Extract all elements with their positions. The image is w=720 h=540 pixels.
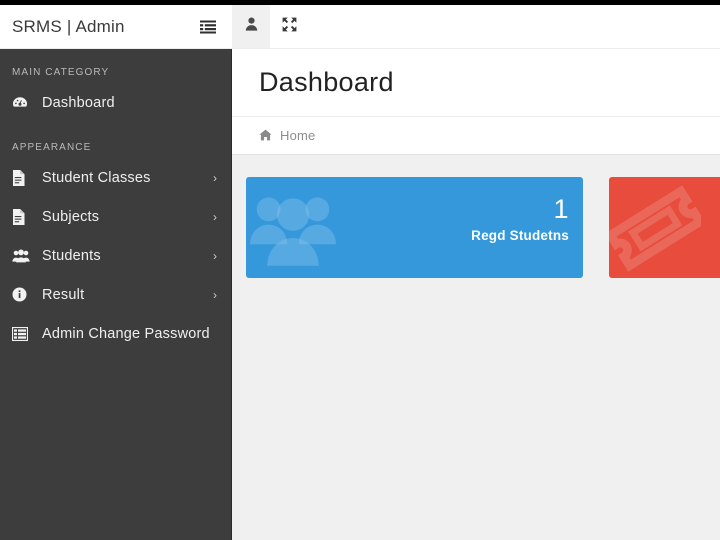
page-header: Dashboard [232, 49, 720, 117]
sidebar-item-dashboard[interactable]: Dashboard [0, 83, 231, 122]
sidebar-item-student-classes[interactable]: Student Classes › [0, 158, 231, 197]
sidebar-item-students[interactable]: Students › [0, 236, 231, 275]
card-value: 1 [553, 193, 569, 224]
stat-cards-row: 1 Regd Studetns [232, 155, 720, 278]
left-column: SRMS | Admin MAIN CATEGORY Dashboard APP… [0, 5, 232, 540]
th-list-icon[interactable] [198, 17, 218, 37]
info-circle-icon [12, 286, 32, 304]
page-title: Dashboard [259, 67, 394, 97]
chevron-right-icon: › [213, 248, 217, 263]
file-icon [12, 169, 32, 187]
ticket-icon [609, 182, 706, 278]
users-icon [12, 247, 32, 265]
sidebar-nav: MAIN CATEGORY Dashboard APPEARANCE Stude… [0, 49, 232, 540]
expand-arrows-icon [282, 17, 297, 37]
home-icon [259, 129, 272, 141]
sidebar-item-label: Result [42, 286, 85, 303]
chevron-right-icon: › [213, 287, 217, 302]
sidebar-item-result[interactable]: Result › [0, 275, 231, 314]
brand-bar: SRMS | Admin [0, 5, 232, 49]
sidebar-item-label: Students [42, 247, 101, 264]
main-column: Dashboard Home 1 Regd Studetns [232, 5, 720, 540]
top-toolbar [232, 5, 720, 49]
fullscreen-button[interactable] [270, 5, 308, 48]
chevron-right-icon: › [213, 209, 217, 224]
breadcrumb-item-home[interactable]: Home [280, 128, 315, 143]
card-label: Regd Studetns [471, 228, 569, 244]
sidebar-item-label: Student Classes [42, 169, 151, 186]
chevron-right-icon: › [213, 170, 217, 185]
sidebar-item-label: Dashboard [42, 94, 115, 111]
sidebar-item-label: Admin Change Password [42, 325, 210, 342]
sidebar-item-subjects[interactable]: Subjects › [0, 197, 231, 236]
admin-dashboard-window: SRMS | Admin MAIN CATEGORY Dashboard APP… [0, 0, 720, 540]
card-regd-students[interactable]: 1 Regd Studetns [246, 176, 583, 278]
card-secondary[interactable] [609, 176, 720, 278]
breadcrumb: Home [232, 116, 720, 155]
sidebar-section-heading-appearance: APPEARANCE [12, 142, 92, 153]
users-icon [250, 185, 336, 276]
th-list-icon [12, 325, 32, 343]
user-menu-button[interactable] [232, 5, 270, 48]
sidebar-section-heading-main: MAIN CATEGORY [12, 67, 110, 78]
card-text-block: 1 Regd Studetns [471, 193, 569, 244]
sidebar-item-admin-change-password[interactable]: Admin Change Password [0, 314, 231, 353]
tachometer-icon [12, 94, 32, 112]
sidebar-item-label: Subjects [42, 208, 100, 225]
brand-title: SRMS | Admin [12, 16, 125, 36]
file-icon [12, 208, 32, 226]
user-icon [245, 17, 258, 36]
